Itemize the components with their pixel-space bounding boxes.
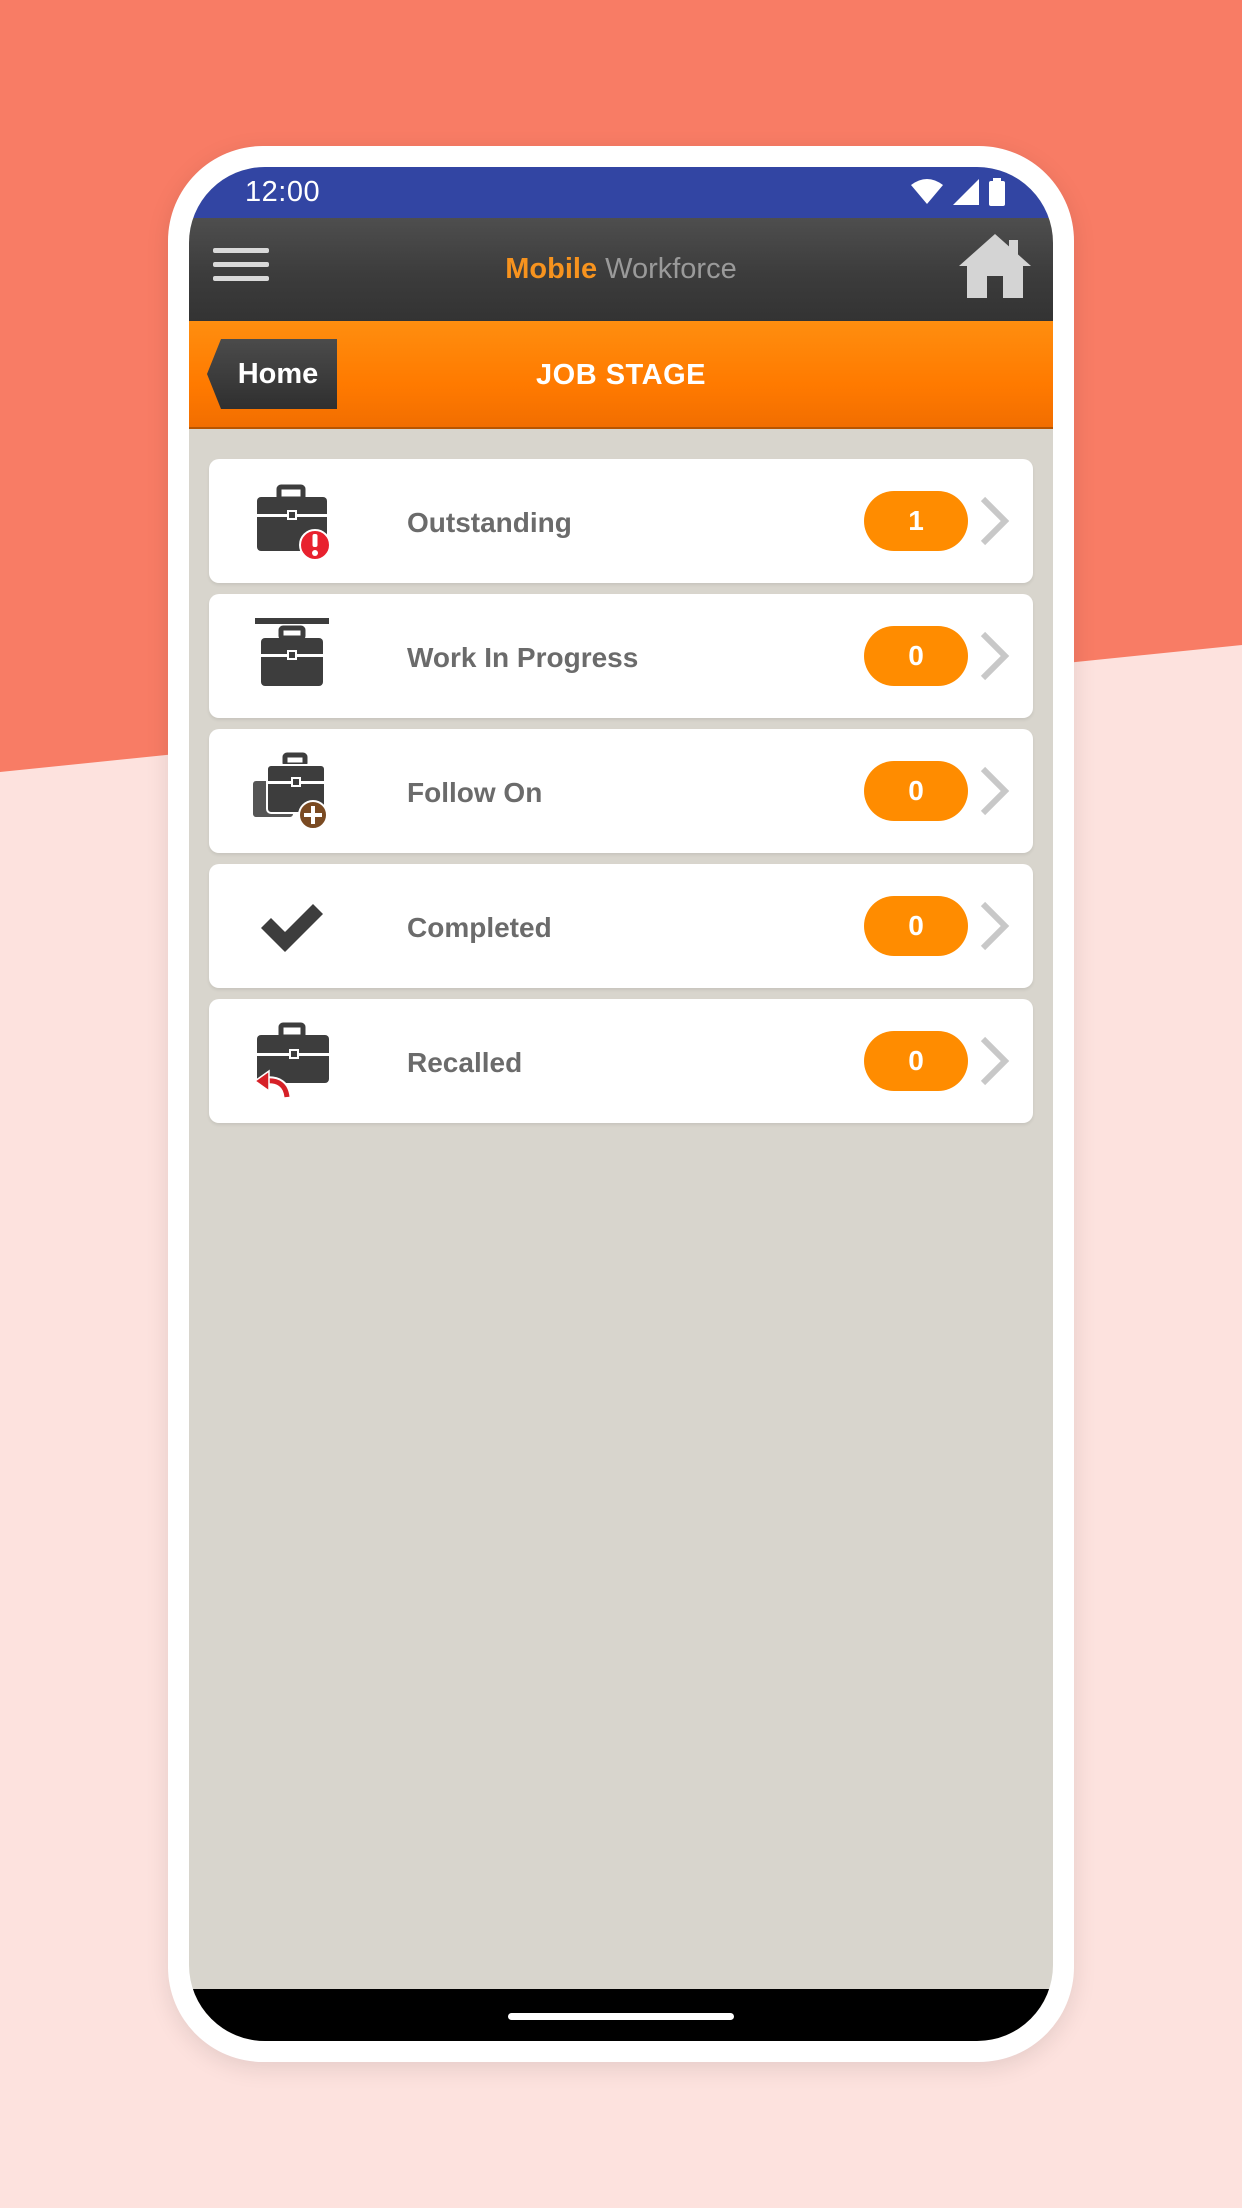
home-gesture-handle[interactable]: [508, 2013, 734, 2020]
stage-item-follow-on[interactable]: Follow On 0: [209, 729, 1033, 853]
chevron-right-icon: [980, 496, 1010, 546]
app-title: Mobile Workforce: [189, 253, 1053, 286]
status-time: 12:00: [245, 176, 321, 208]
chevron-right-icon: [980, 901, 1010, 951]
stage-item-completed[interactable]: Completed 0: [209, 864, 1033, 988]
wifi-icon: [911, 179, 943, 204]
stage-label: Completed: [407, 912, 552, 943]
app-title-mobile: Mobile: [505, 253, 598, 285]
job-stage-list: Outstanding 1 Work In Progress 0 Follow …: [209, 459, 1033, 1134]
chevron-right-icon: [980, 766, 1010, 816]
count-badge: 0: [864, 626, 968, 686]
app-top-bar: Mobile Workforce: [189, 218, 1053, 321]
chevron-right-icon: [980, 1036, 1010, 1086]
phone-frame: 12:00 Mobile Workforce Home JOB STAGE Ou…: [168, 146, 1074, 2062]
system-navigation-bar: [189, 1989, 1053, 2041]
stage-item-recalled[interactable]: Recalled 0: [209, 999, 1033, 1123]
count-badge: 0: [864, 761, 968, 821]
stage-label: Outstanding: [407, 507, 572, 538]
count-badge: 0: [864, 1031, 968, 1091]
count-badge: 1: [864, 491, 968, 551]
count-badge: 0: [864, 896, 968, 956]
signal-icon: [953, 179, 979, 205]
briefcase-alert-icon: [257, 484, 331, 561]
status-icons: [911, 178, 1005, 206]
status-bar: 12:00: [189, 167, 1053, 218]
stage-label: Recalled: [407, 1047, 523, 1078]
home-icon[interactable]: [957, 230, 1033, 300]
stage-item-work-in-progress[interactable]: Work In Progress 0: [209, 594, 1033, 718]
battery-icon: [989, 178, 1005, 206]
page-title: JOB STAGE: [536, 359, 706, 391]
page-header: Home JOB STAGE: [189, 321, 1053, 429]
stage-label: Follow On: [407, 777, 543, 808]
briefcase-progress-icon: [255, 618, 329, 686]
stage-item-outstanding[interactable]: Outstanding 1: [209, 459, 1033, 583]
briefcase-add-icon: [253, 752, 328, 830]
checkmark-icon: [261, 904, 323, 952]
chevron-right-icon: [980, 631, 1010, 681]
app-title-workforce: Workforce: [605, 253, 737, 285]
screen: 12:00 Mobile Workforce Home JOB STAGE Ou…: [189, 167, 1053, 2041]
briefcase-recall-icon: [253, 1022, 329, 1098]
stage-label: Work In Progress: [407, 642, 639, 673]
